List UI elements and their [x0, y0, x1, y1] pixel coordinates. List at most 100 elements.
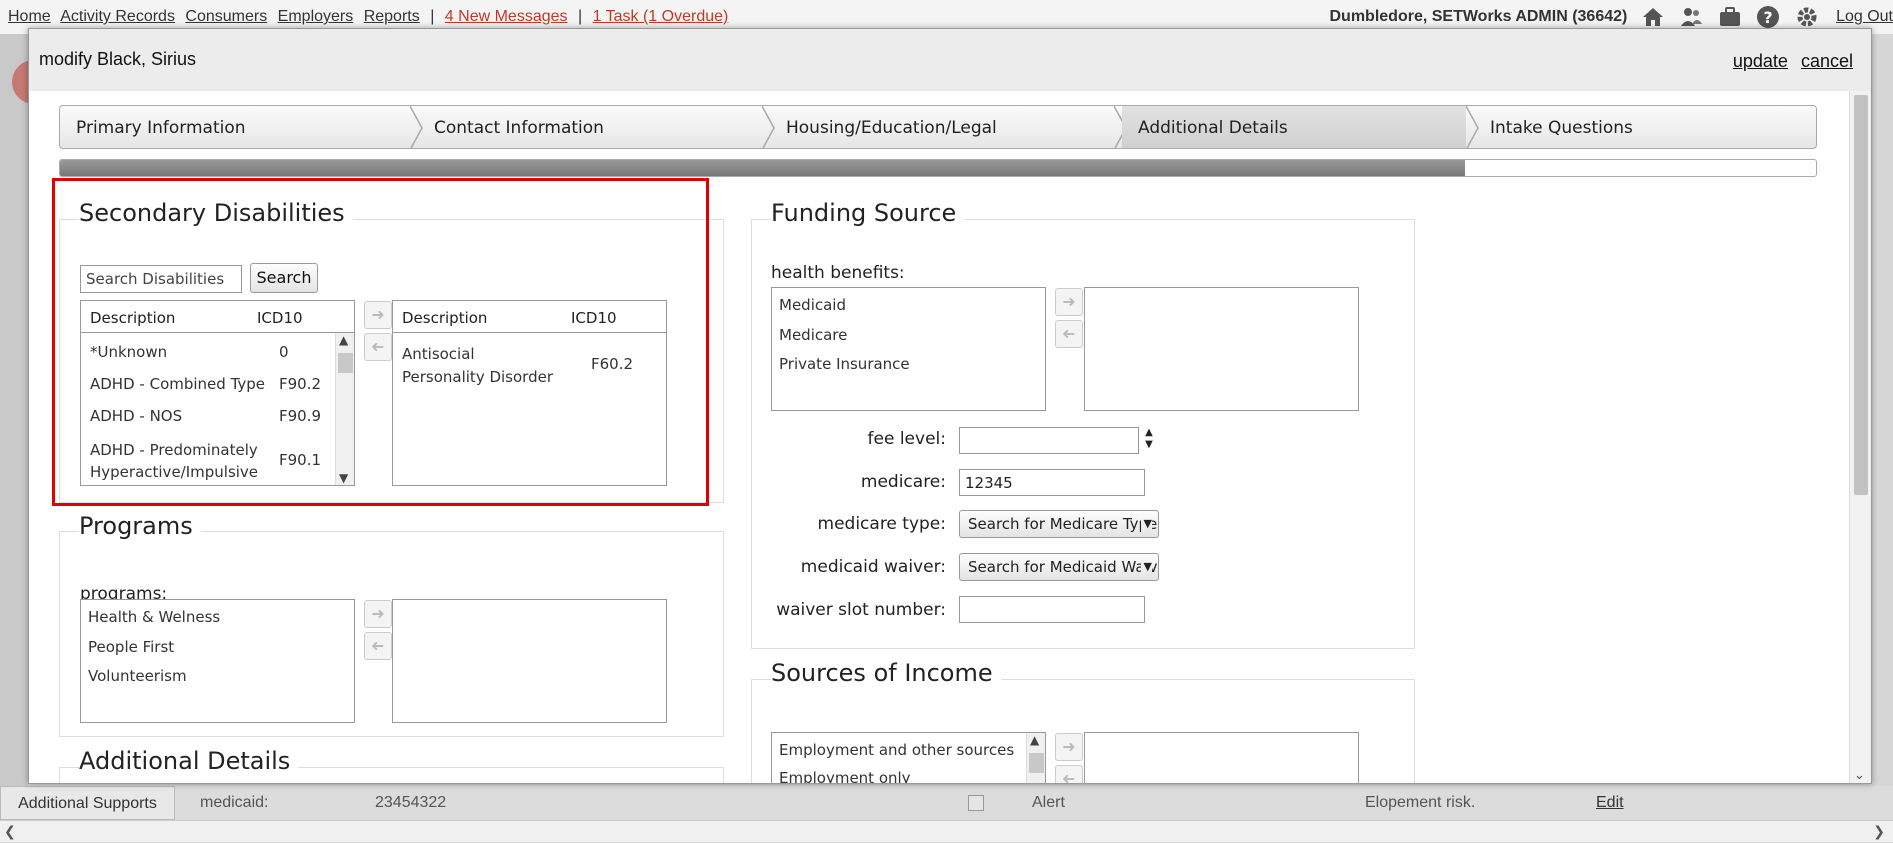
list-item[interactable]: ADHD - NOS F90.9 — [81, 407, 354, 431]
step-intake-questions[interactable]: Intake Questions — [1474, 106, 1817, 149]
user-name: Dumbledore, SETWorks ADMIN (36642) — [1330, 8, 1628, 25]
tab-additional-supports[interactable]: Additional Supports — [0, 786, 175, 820]
list-scrollbar[interactable]: ▲ — [1026, 733, 1045, 784]
selected-programs-list[interactable] — [392, 599, 667, 723]
nav-activity-records-link[interactable]: Activity Records — [60, 8, 175, 25]
step-contact-information[interactable]: Contact Information — [418, 106, 762, 149]
step-additional-details[interactable]: Additional Details — [1122, 106, 1466, 149]
scroll-down-icon[interactable]: ▼ — [339, 471, 348, 485]
horizontal-scrollbar[interactable]: ❮ ❯ — [0, 820, 1893, 842]
waiver-slot-input[interactable] — [959, 596, 1145, 623]
add-selected-button[interactable]: ➜ — [364, 301, 392, 329]
help-icon[interactable]: ? — [1755, 4, 1781, 30]
fee-level-input[interactable] — [959, 427, 1139, 454]
new-messages-link[interactable]: 4 New Messages — [445, 8, 568, 25]
modify-consumer-dialog: modify Black, Sirius update cancel ⌄ Pri… — [28, 28, 1872, 784]
selected-income-list[interactable] — [1084, 732, 1359, 784]
programs-title: Programs — [79, 512, 201, 540]
arrow-right-icon: ➜ — [371, 305, 384, 324]
step-primary-information[interactable]: Primary Information — [60, 106, 410, 149]
search-button[interactable]: Search — [250, 263, 318, 293]
cancel-link[interactable]: cancel — [1801, 51, 1853, 71]
available-programs-list[interactable]: Health & Welness People First Volunteeri… — [80, 599, 355, 723]
scroll-right-icon[interactable]: ❯ — [1873, 821, 1885, 843]
step-label: Housing/Education/Legal — [786, 118, 997, 138]
scroll-left-icon[interactable]: ❮ — [4, 821, 16, 843]
edit-link[interactable]: Edit — [1596, 786, 1624, 820]
selected-health-benefits-list[interactable] — [1084, 287, 1359, 411]
gear-icon[interactable] — [1794, 4, 1820, 30]
list-scrollbar-thumb[interactable] — [1029, 753, 1044, 773]
available-disabilities-list[interactable]: Description ICD10 *Unknown 0 ADHD - Comb… — [80, 300, 355, 486]
scroll-up-icon[interactable]: ▲ — [1030, 733, 1039, 747]
step-housing-education-legal[interactable]: Housing/Education/Legal — [770, 106, 1114, 149]
nav-home-link[interactable]: Home — [8, 8, 51, 25]
medicaid-waiver-value: Search for Medicaid Waiver — [968, 558, 1159, 576]
arrow-right-icon: ➜ — [1062, 292, 1075, 311]
nav-employers-link[interactable]: Employers — [278, 8, 354, 25]
medicaid-waiver-label: medicaid waiver: — [771, 557, 946, 577]
add-income-button[interactable]: ➜ — [1055, 733, 1083, 761]
medicare-type-value: Search for Medicare Type — [968, 515, 1157, 533]
alert-checkbox[interactable] — [968, 795, 984, 811]
list-item[interactable]: Antisocial Personality Disorder F60.2 — [393, 343, 666, 391]
item-code: F90.1 — [279, 451, 321, 469]
remove-income-button[interactable]: ➜ — [1055, 765, 1083, 784]
fee-level-stepper[interactable]: ▲▼ — [1142, 427, 1156, 451]
available-income-list[interactable]: Employment and other sources Employment … — [771, 732, 1046, 784]
remove-program-button[interactable]: ➜ — [364, 632, 392, 660]
logout-link[interactable]: Log Out — [1836, 8, 1893, 25]
list-item[interactable]: Employment only — [779, 769, 911, 784]
medicare-input[interactable] — [959, 469, 1145, 496]
waiver-slot-label: waiver slot number: — [771, 600, 946, 620]
list-item[interactable]: *Unknown 0 — [81, 343, 354, 367]
available-health-benefits-list[interactable]: Medicaid Medicare Private Insurance — [771, 287, 1046, 411]
alert-label: Alert — [1032, 786, 1065, 820]
list-scrollbar-thumb[interactable] — [338, 353, 353, 373]
list-item[interactable]: Medicaid — [779, 296, 846, 314]
list-item[interactable]: People First — [88, 638, 174, 656]
briefcase-icon[interactable] — [1717, 4, 1743, 30]
search-disabilities-input[interactable] — [80, 265, 242, 293]
list-item[interactable]: ADHD - Combined Type F90.2 — [81, 375, 354, 399]
list-item[interactable]: Volunteerism — [88, 667, 187, 685]
list-header: Description ICD10 — [81, 301, 354, 333]
sources-of-income-title: Sources of Income — [771, 659, 1001, 687]
remove-selected-button[interactable]: ➜ — [364, 333, 392, 361]
add-benefit-button[interactable]: ➜ — [1055, 288, 1083, 316]
tasks-link[interactable]: 1 Task (1 Overdue) — [593, 8, 729, 25]
chevron-down-icon: ▼ — [1141, 511, 1152, 537]
scrollbar-thumb[interactable] — [1854, 95, 1868, 495]
remove-benefit-button[interactable]: ➜ — [1055, 320, 1083, 348]
medicaid-waiver-select[interactable]: Search for Medicaid Waiver ▼ — [959, 553, 1159, 581]
list-item[interactable]: Health & Welness — [88, 608, 220, 626]
nav-consumers-link[interactable]: Consumers — [185, 8, 267, 25]
nav-reports-link[interactable]: Reports — [364, 8, 420, 25]
list-item[interactable]: Private Insurance — [779, 355, 910, 373]
dialog-title: modify Black, Sirius — [39, 49, 196, 70]
background-content: Additional Supports medicaid: 23454322 A… — [0, 786, 1893, 820]
list-scrollbar[interactable]: ▲ ▼ — [335, 333, 354, 485]
list-item[interactable]: ADHD - Predominately Hyperactive/Impulsi… — [81, 439, 354, 486]
column-description: Description — [402, 309, 487, 327]
home-icon[interactable] — [1640, 4, 1666, 30]
scroll-up-icon[interactable]: ▲ — [339, 333, 348, 347]
users-icon[interactable] — [1678, 4, 1704, 30]
add-program-button[interactable]: ➜ — [364, 600, 392, 628]
selected-disabilities-list[interactable]: Description ICD10 Antisocial Personality… — [392, 300, 667, 486]
column-description: Description — [90, 309, 175, 327]
medicare-type-select[interactable]: Search for Medicare Type ▼ — [959, 510, 1159, 538]
wizard-steps: Primary Information Contact Information … — [59, 105, 1817, 149]
dialog-scrollbar[interactable]: ⌄ — [1849, 91, 1871, 784]
arrow-left-icon: ➜ — [371, 633, 384, 659]
arrow-right-icon: ➜ — [1062, 737, 1075, 756]
scroll-down-icon[interactable]: ⌄ — [1854, 768, 1865, 783]
step-label: Additional Details — [1138, 118, 1288, 138]
list-item[interactable]: Employment and other sources — [779, 741, 1014, 759]
update-link[interactable]: update — [1733, 51, 1788, 71]
list-header: Description ICD10 — [393, 301, 666, 333]
item-description: ADHD - Predominately Hyperactive/Impulsi… — [90, 439, 280, 486]
list-item[interactable]: Medicare — [779, 326, 847, 344]
additional-details-title: Additional Details — [79, 747, 298, 775]
nav-separator: | — [430, 8, 434, 25]
